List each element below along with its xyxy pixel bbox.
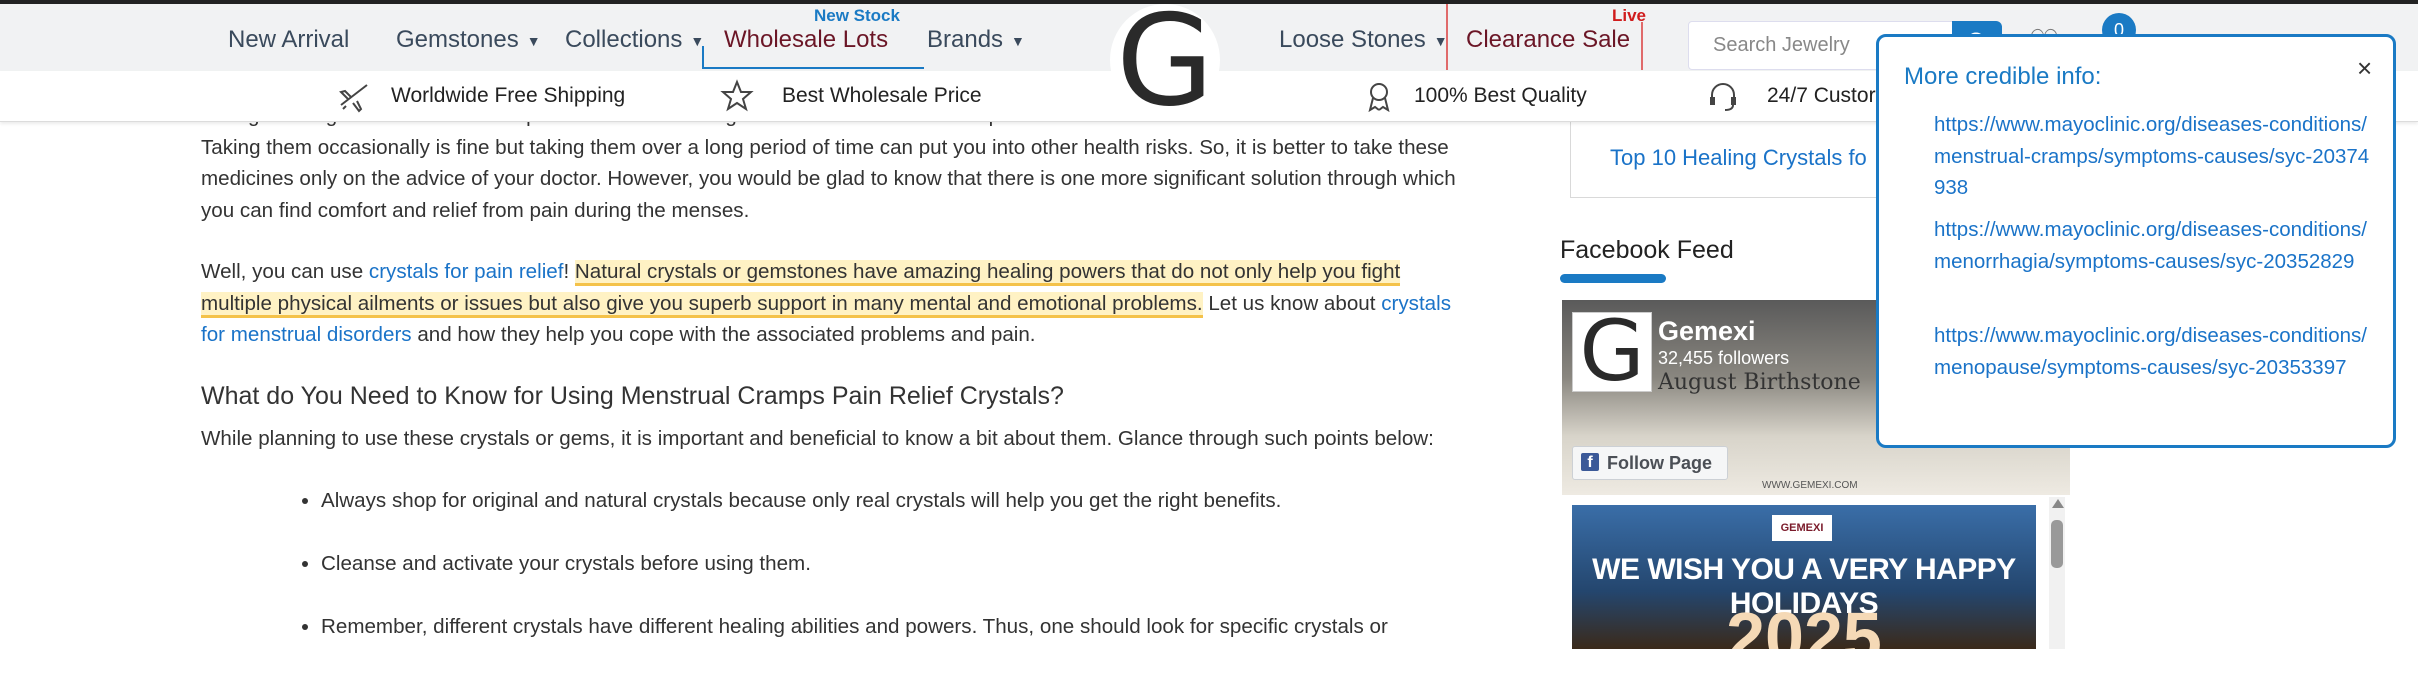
nav-label: Loose Stones — [1279, 26, 1426, 53]
benefit-quality: 100% Best Quality — [1414, 84, 1587, 107]
highlighted-text: multiple physical ailments or issues but… — [201, 291, 1203, 318]
facebook-icon: f — [1581, 453, 1599, 471]
link-crystals-menstrual[interactable]: for menstrual disorders — [201, 323, 412, 346]
headset-icon — [1710, 83, 1736, 111]
holiday-post-image[interactable]: GEMEXI WE WISH YOU A VERY HAPPY HOLIDAYS… — [1572, 505, 2036, 649]
text-line: Taking them occasionally is fine but tak… — [201, 135, 1449, 159]
nav-label: Wholesale Lots — [724, 26, 889, 53]
wholesale-divider — [702, 46, 704, 69]
credible-info-popup: More credible info: × https://www.mayocl… — [1876, 34, 2396, 448]
nav-label: Brands — [927, 26, 1004, 53]
related-post-link[interactable]: Top 10 Healing Crystals fo — [1610, 145, 1867, 171]
text: ! — [563, 260, 575, 283]
benefit-shipping: Worldwide Free Shipping — [391, 84, 626, 107]
text: Well, you can use — [201, 260, 369, 283]
scrollbar-thumb[interactable] — [2051, 520, 2063, 568]
article-paragraph-2: Well, you can use crystals for pain reli… — [201, 256, 1451, 351]
nav-label: New Arrival — [228, 26, 350, 53]
new-stock-badge: New Stock — [814, 6, 900, 25]
popup-link-menorrhagia[interactable]: https://www.mayoclinic.org/diseases-cond… — [1934, 214, 2374, 277]
page-name[interactable]: Gemexi — [1658, 316, 1756, 347]
nav-new-arrival[interactable]: New Arrival — [228, 26, 349, 54]
benefit-price: Best Wholesale Price — [782, 84, 982, 107]
scroll-up-arrow-icon[interactable] — [2052, 499, 2064, 508]
nav-collections[interactable]: Collections ▼ — [565, 26, 704, 54]
avatar-letter: G — [1579, 302, 1645, 400]
holiday-year: 2025 — [1726, 598, 1882, 649]
list-item: Remember, different crystals have differ… — [321, 611, 1388, 643]
award-ribbon-icon — [1368, 83, 1390, 113]
link-crystals-menstrual[interactable]: crystals — [1381, 292, 1451, 315]
nav-wholesale-lots[interactable]: Wholesale Lots — [724, 26, 888, 54]
facebook-feed-title: Facebook Feed — [1560, 236, 1734, 264]
airplane-icon — [339, 84, 368, 113]
list-item: Cleanse and activate your crystals befor… — [321, 548, 1388, 580]
text: Let us know about — [1202, 291, 1382, 315]
nav-loose-stones[interactable]: Loose Stones ▼ — [1279, 26, 1448, 54]
nav-label: Clearance Sale — [1466, 26, 1631, 53]
clearance-divider — [1446, 4, 1448, 70]
benefit-support: 24/7 Custor — [1767, 84, 1876, 107]
nav-clearance-sale[interactable]: Clearance Sale — [1466, 26, 1630, 54]
clearance-divider — [1641, 22, 1643, 70]
button-label: Follow Page — [1607, 453, 1713, 473]
close-icon[interactable]: × — [2357, 53, 2372, 84]
post-heading: August Birthstone — [1658, 370, 1861, 395]
nav-brands[interactable]: Brands ▼ — [927, 26, 1025, 54]
follow-page-button[interactable]: f Follow Page — [1572, 446, 1728, 480]
section-heading: What do You Need to Know for Using Menst… — [201, 382, 1064, 410]
site-logo[interactable]: G — [1110, 0, 1220, 124]
page-avatar[interactable]: G — [1572, 302, 1652, 400]
caret-down-icon: ▼ — [526, 33, 541, 49]
nav-label: Gemstones — [396, 26, 519, 53]
popup-title: More credible info: — [1904, 63, 2102, 90]
star-icon — [720, 79, 754, 112]
wholesale-underline — [702, 67, 924, 69]
text: and how they help you cope with the asso… — [411, 323, 1036, 346]
highlighted-text: Natural crystals or gemstones have amazi… — [574, 260, 1401, 286]
popup-link-menstrual-cramps[interactable]: https://www.mayoclinic.org/diseases-cond… — [1934, 109, 2374, 204]
link-crystals-pain-relief[interactable]: crystals for pain relief — [369, 260, 564, 283]
text-line: medicines only on the advice of your doc… — [201, 167, 1456, 190]
article-paragraph-3: While planning to use these crystals or … — [201, 427, 1434, 450]
nav-gemstones[interactable]: Gemstones ▼ — [396, 26, 541, 54]
nav-label: Collections — [565, 26, 683, 53]
caret-down-icon: ▼ — [1011, 33, 1025, 49]
text-line: you can find comfort and relief from pai… — [201, 198, 750, 222]
title-accent-bar — [1560, 274, 1666, 283]
holiday-logo: GEMEXI — [1772, 515, 1832, 541]
site-url: WWW.GEMEXI.COM — [1762, 480, 1858, 491]
logo-letter: G — [1116, 0, 1214, 134]
tips-list: Always shop for original and natural cry… — [201, 485, 1388, 674]
follower-count: 32,455 followers — [1658, 348, 1790, 368]
popup-link-menopause[interactable]: https://www.mayoclinic.org/diseases-cond… — [1934, 320, 2374, 383]
list-item: Always shop for original and natural cry… — [321, 485, 1388, 517]
